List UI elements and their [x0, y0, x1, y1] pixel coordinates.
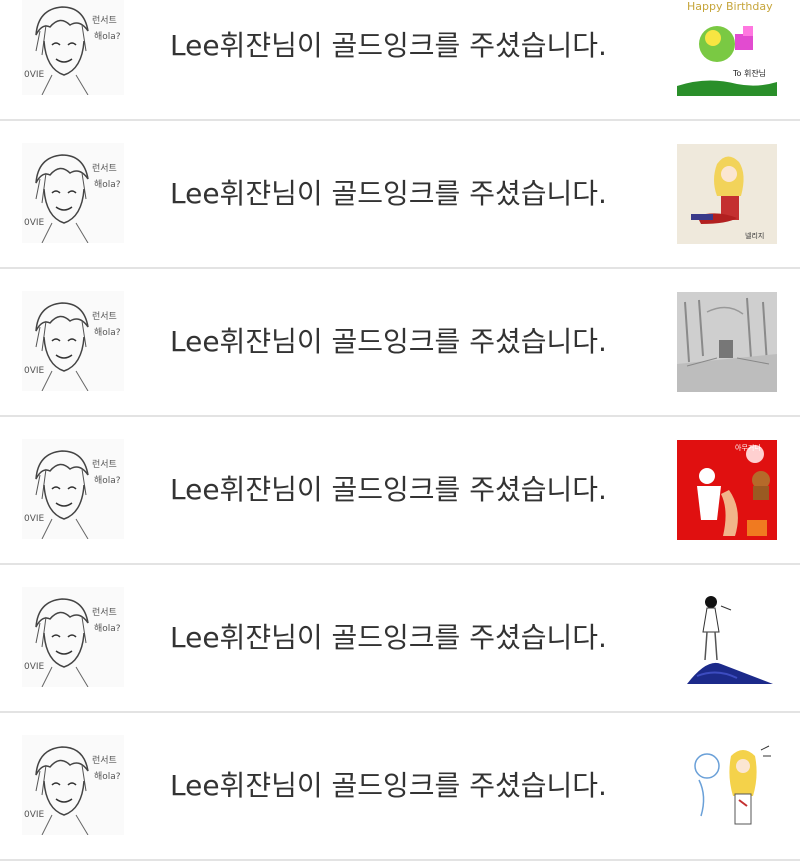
- notification-item[interactable]: 런서트 해ola? 0VIE Lee휘쟌님이 골드잉크를 주셨습니다.: [0, 713, 800, 861]
- svg-text:0VIE: 0VIE: [24, 70, 45, 80]
- drawing-thumbnail[interactable]: [677, 588, 777, 688]
- svg-text:넬리지: 넬리지: [745, 231, 764, 240]
- svg-text:아무거나: 아무거나: [735, 443, 761, 452]
- drawing-thumbnail[interactable]: 아무거나: [677, 440, 777, 540]
- user-avatar[interactable]: 런서트 해ola? 0VIE: [22, 587, 124, 687]
- svg-text:해ola?: 해ola?: [94, 179, 121, 190]
- svg-text:해ola?: 해ola?: [94, 771, 121, 782]
- user-avatar[interactable]: 런서트 해ola? 0VIE: [22, 735, 124, 835]
- svg-text:0VIE: 0VIE: [24, 514, 45, 524]
- svg-text:해ola?: 해ola?: [94, 327, 121, 338]
- notification-list: 런서트 해ola? 0VIE Lee휘쟌님이 골드잉크를 주셨습니다. Happ…: [0, 0, 800, 861]
- svg-text:런서트: 런서트: [92, 311, 117, 322]
- svg-text:런서트: 런서트: [92, 163, 117, 174]
- drawing-thumbnail[interactable]: [677, 292, 777, 392]
- user-avatar[interactable]: 런서트 해ola? 0VIE: [22, 143, 124, 243]
- svg-text:0VIE: 0VIE: [24, 810, 45, 820]
- svg-text:0VIE: 0VIE: [24, 662, 45, 672]
- notification-message: Lee휘쟌님이 골드잉크를 주셨습니다.: [170, 325, 607, 358]
- svg-text:해ola?: 해ola?: [94, 623, 121, 634]
- svg-text:0VIE: 0VIE: [24, 366, 45, 376]
- notification-message: Lee휘쟌님이 골드잉크를 주셨습니다.: [170, 769, 607, 802]
- drawing-thumbnail[interactable]: 넬리지: [677, 144, 777, 244]
- svg-text:To 휘쟌님: To 휘쟌님: [732, 68, 766, 78]
- notification-message: Lee휘쟌님이 골드잉크를 주셨습니다.: [170, 29, 607, 62]
- svg-text:Happy Birthday: Happy Birthday: [687, 0, 773, 13]
- notification-item[interactable]: 런서트 해ola? 0VIE Lee휘쟌님이 골드잉크를 주셨습니다. 아무거나: [0, 417, 800, 565]
- notification-message: Lee휘쟌님이 골드잉크를 주셨습니다.: [170, 621, 607, 654]
- notification-item[interactable]: 런서트 해ola? 0VIE Lee휘쟌님이 골드잉크를 주셨습니다.: [0, 565, 800, 713]
- notification-item[interactable]: 런서트 해ola? 0VIE Lee휘쟌님이 골드잉크를 주셨습니다. Happ…: [0, 0, 800, 121]
- user-avatar[interactable]: 런서트 해ola? 0VIE: [22, 0, 124, 95]
- svg-text:런서트: 런서트: [92, 459, 117, 470]
- drawing-thumbnail[interactable]: Happy Birthday To 휘쟌님: [677, 0, 777, 96]
- user-avatar[interactable]: 런서트 해ola? 0VIE: [22, 439, 124, 539]
- drawing-thumbnail[interactable]: [677, 736, 777, 836]
- notification-item[interactable]: 런서트 해ola? 0VIE Lee휘쟌님이 골드잉크를 주셨습니다. 넬리지: [0, 121, 800, 269]
- svg-text:해ola?: 해ola?: [94, 31, 121, 42]
- svg-text:런서트: 런서트: [92, 15, 117, 26]
- svg-text:런서트: 런서트: [92, 607, 117, 618]
- user-avatar[interactable]: 런서트 해ola? 0VIE: [22, 291, 124, 391]
- svg-text:해ola?: 해ola?: [94, 475, 121, 486]
- notification-message: Lee휘쟌님이 골드잉크를 주셨습니다.: [170, 473, 607, 506]
- svg-text:런서트: 런서트: [92, 755, 117, 766]
- svg-text:0VIE: 0VIE: [24, 218, 45, 228]
- notification-message: Lee휘쟌님이 골드잉크를 주셨습니다.: [170, 177, 607, 210]
- notification-item[interactable]: 런서트 해ola? 0VIE Lee휘쟌님이 골드잉크를 주셨습니다.: [0, 269, 800, 417]
